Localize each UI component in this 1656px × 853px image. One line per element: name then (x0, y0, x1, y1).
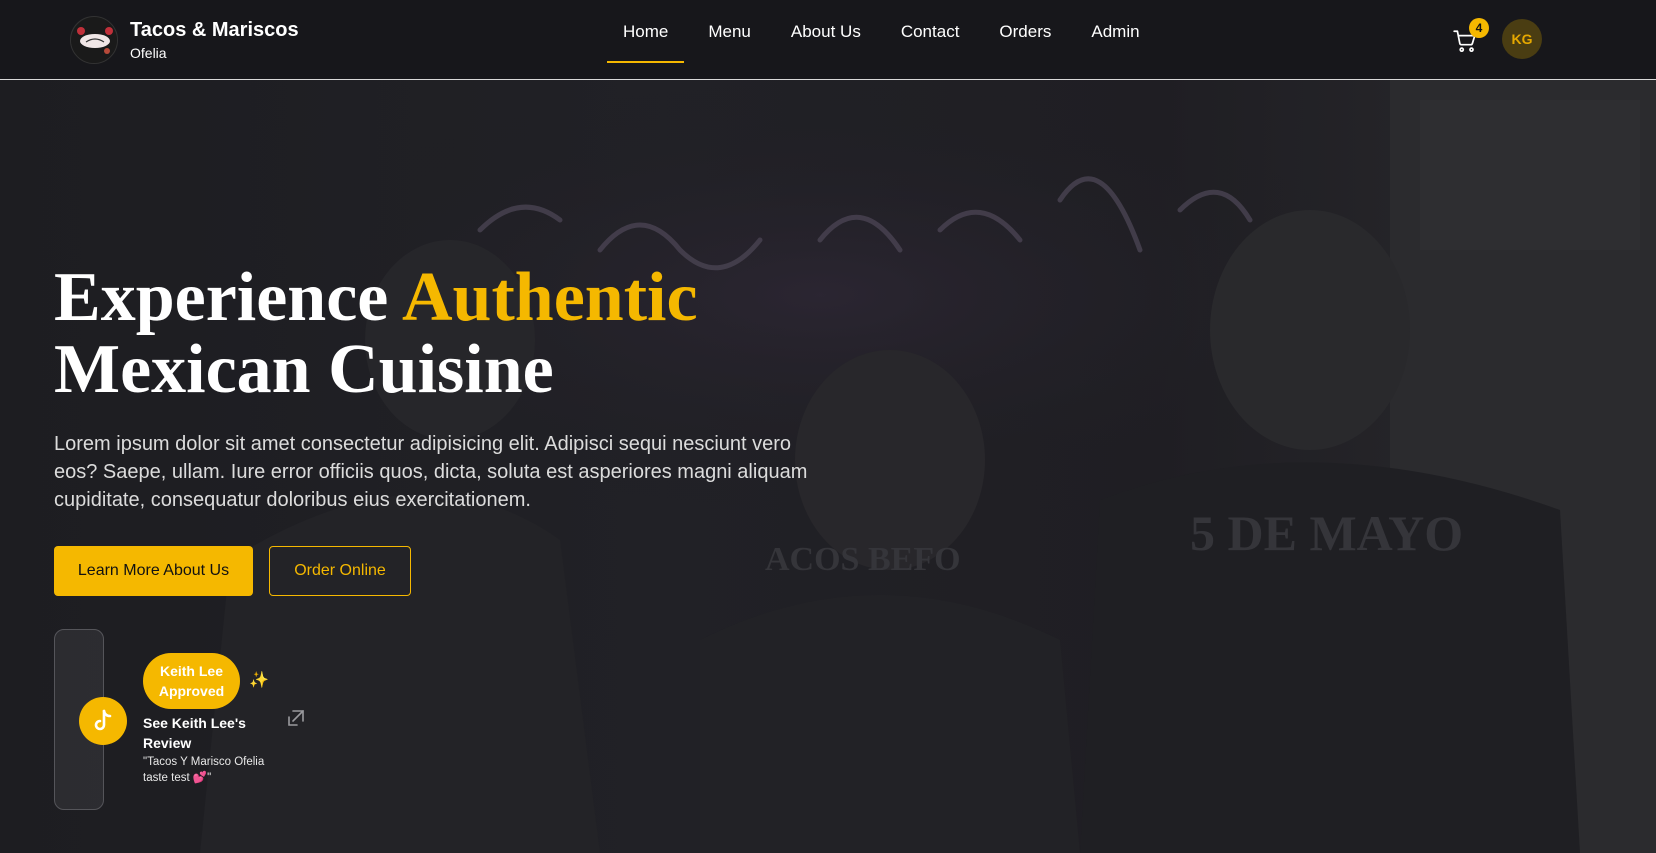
hero-heading: Experience Authentic Mexican Cuisine (54, 262, 698, 406)
brand[interactable]: Tacos & Mariscos Ofelia (70, 16, 299, 64)
hero-heading-part1: Experience (54, 259, 402, 336)
tiktok-button[interactable] (79, 697, 127, 745)
brand-title: Tacos & Mariscos (130, 19, 299, 41)
external-link-icon[interactable] (286, 708, 306, 728)
cart-count-badge: 4 (1469, 18, 1489, 38)
restaurant-logo (70, 16, 118, 64)
review-quote: "Tacos Y Marisco Ofelia taste test 💕" (143, 756, 265, 784)
top-navbar: Tacos & Mariscos Ofelia Home Menu About … (0, 0, 1656, 80)
nav-about-us[interactable]: About Us (775, 0, 877, 64)
keith-lee-approved-badge: Keith Lee Approved (143, 653, 240, 709)
hero-heading-accent: Authentic (401, 259, 698, 336)
order-online-button[interactable]: Order Online (269, 546, 411, 596)
nav-menu[interactable]: Menu (692, 0, 767, 64)
nav-contact[interactable]: Contact (885, 0, 976, 64)
svg-text:ACOS BEFO: ACOS BEFO (765, 541, 961, 578)
sparkle-icon: ✨ (249, 672, 269, 689)
brand-subtitle: Ofelia (130, 45, 167, 61)
main-nav: Home Menu About Us Contact Orders Admin (607, 0, 1164, 80)
nav-admin[interactable]: Admin (1075, 0, 1155, 64)
hero-heading-part2: Mexican Cuisine (54, 331, 554, 408)
cart-button[interactable]: 4 (1452, 18, 1489, 54)
tiktok-icon (94, 709, 112, 731)
hero-description: Lorem ipsum dolor sit amet consectetur a… (54, 433, 808, 511)
user-avatar[interactable]: KG (1502, 19, 1542, 59)
review-title[interactable]: See Keith Lee's Review (143, 713, 263, 753)
learn-more-button[interactable]: Learn More About Us (54, 546, 253, 596)
nav-orders[interactable]: Orders (983, 0, 1067, 64)
nav-home[interactable]: Home (607, 0, 685, 64)
svg-text:5 DE MAYO: 5 DE MAYO (1190, 505, 1463, 561)
